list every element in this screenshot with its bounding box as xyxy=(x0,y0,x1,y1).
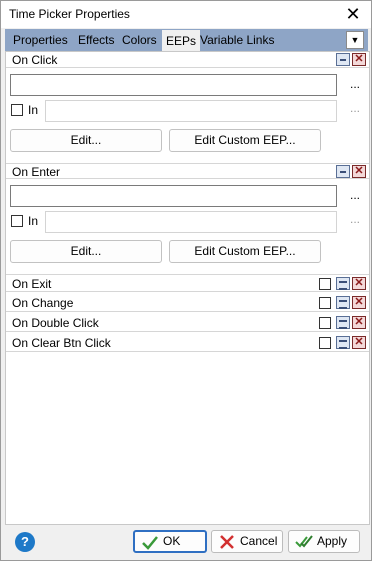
help-icon[interactable]: ? xyxy=(15,532,35,552)
minimize-icon[interactable] xyxy=(336,53,350,66)
on-enter-in-input[interactable] xyxy=(45,211,337,233)
on-click-in-input[interactable] xyxy=(45,100,337,122)
remove-icon[interactable]: ✕ xyxy=(352,53,366,66)
remove-icon[interactable]: ✕ xyxy=(352,165,366,178)
checkmark-icon xyxy=(142,536,158,550)
on-enter-in-browse-button[interactable]: ... xyxy=(350,212,360,226)
cancel-button[interactable]: Cancel xyxy=(211,530,283,553)
title-bar: Time Picker Properties ✕ xyxy=(1,1,371,28)
tab-effects[interactable]: Effects xyxy=(74,29,118,51)
section-title-on-clear-btn-click: On Clear Btn Click xyxy=(12,336,111,350)
on-clear-btn-click-checkbox[interactable] xyxy=(319,337,331,349)
remove-icon[interactable]: ✕ xyxy=(352,316,366,329)
tab-bar: Properties Effects Colors EEPs Variable … xyxy=(5,29,368,52)
on-click-in-label: In xyxy=(28,103,39,117)
tab-variable-links[interactable]: Variable Links xyxy=(196,29,278,51)
section-header-on-click: On Click ✕ xyxy=(6,52,369,68)
section-title-on-change: On Change xyxy=(12,296,74,310)
section-title-on-click: On Click xyxy=(12,53,58,67)
tab-colors[interactable]: Colors xyxy=(118,29,161,51)
on-double-click-checkbox[interactable] xyxy=(319,317,331,329)
minimize-icon[interactable] xyxy=(336,165,350,178)
ok-label: OK xyxy=(163,534,181,548)
eeps-panel: On Click ✕ ... In ... Edit... Edit Custo… xyxy=(5,51,370,525)
expand-icon[interactable] xyxy=(336,277,350,290)
on-enter-browse-button[interactable]: ... xyxy=(350,188,360,202)
properties-dialog: Time Picker Properties ✕ Properties Effe… xyxy=(0,0,372,561)
on-exit-checkbox[interactable] xyxy=(319,278,331,290)
tab-eeps[interactable]: EEPs xyxy=(161,29,202,52)
cancel-label: Cancel xyxy=(240,534,278,548)
section-title-on-double-click: On Double Click xyxy=(12,316,99,330)
on-click-in-checkbox[interactable] xyxy=(11,104,23,116)
section-header-on-enter: On Enter ✕ xyxy=(6,163,369,179)
tab-dropdown-chevron-down-icon[interactable]: ▼ xyxy=(346,31,364,49)
double-checkmark-icon xyxy=(295,535,313,548)
expand-icon[interactable] xyxy=(336,296,350,309)
on-click-browse-button[interactable]: ... xyxy=(350,77,360,91)
on-click-command-input[interactable] xyxy=(10,74,337,96)
on-click-edit-button[interactable]: Edit... xyxy=(10,129,162,152)
on-click-in-browse-button[interactable]: ... xyxy=(350,101,360,115)
apply-label: Apply xyxy=(317,534,348,548)
close-icon[interactable]: ✕ xyxy=(345,4,361,24)
section-title-on-enter: On Enter xyxy=(12,165,61,179)
remove-icon[interactable]: ✕ xyxy=(352,277,366,290)
window-title: Time Picker Properties xyxy=(9,7,130,21)
ok-button[interactable]: OK xyxy=(133,530,207,553)
section-header-on-change: On Change ✕ xyxy=(6,294,369,312)
on-enter-in-label: In xyxy=(28,214,39,228)
remove-icon[interactable]: ✕ xyxy=(352,296,366,309)
on-enter-command-input[interactable] xyxy=(10,185,337,207)
on-enter-edit-button[interactable]: Edit... xyxy=(10,240,162,263)
tab-properties[interactable]: Properties xyxy=(9,29,72,51)
section-header-on-double-click: On Double Click ✕ xyxy=(6,314,369,332)
on-click-edit-custom-eep-button[interactable]: Edit Custom EEP... xyxy=(169,129,321,152)
on-change-checkbox[interactable] xyxy=(319,297,331,309)
section-header-on-exit: On Exit ✕ xyxy=(6,274,369,292)
apply-button[interactable]: Apply xyxy=(288,530,360,553)
on-enter-in-checkbox[interactable] xyxy=(11,215,23,227)
expand-icon[interactable] xyxy=(336,316,350,329)
section-header-on-clear-btn-click: On Clear Btn Click ✕ xyxy=(6,334,369,352)
cancel-x-icon xyxy=(220,535,234,549)
section-title-on-exit: On Exit xyxy=(12,277,52,291)
expand-icon[interactable] xyxy=(336,336,350,349)
remove-icon[interactable]: ✕ xyxy=(352,336,366,349)
on-enter-edit-custom-eep-button[interactable]: Edit Custom EEP... xyxy=(169,240,321,263)
